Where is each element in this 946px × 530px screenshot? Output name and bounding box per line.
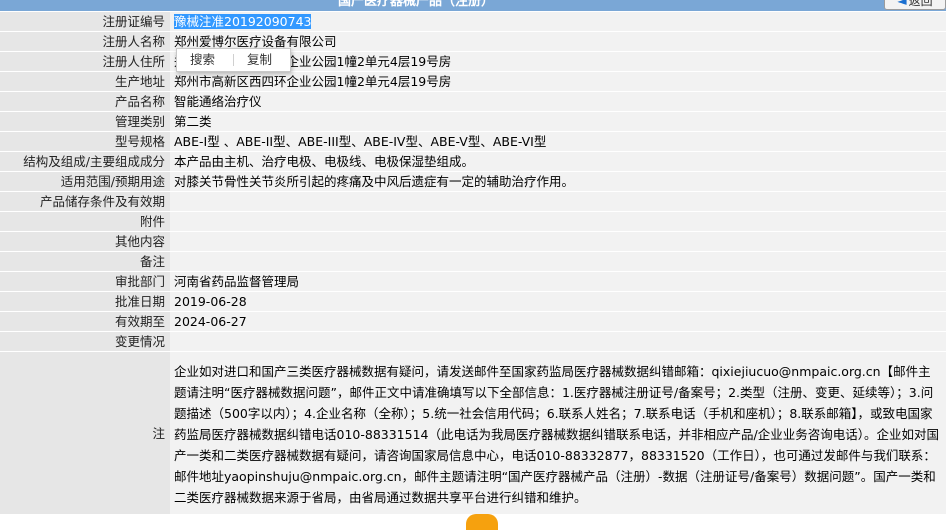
field-label: 有效期至: [0, 312, 170, 331]
title-bar: 国产医疗器械产品（注册） ◄ 返回: [0, 0, 946, 11]
table-row: 审批部门 河南省药品监督管理局: [0, 272, 946, 291]
field-value: [170, 232, 946, 251]
field-value: 河南省药品监督管理局: [170, 272, 946, 291]
field-value: [170, 192, 946, 211]
field-label: 备注: [0, 252, 170, 271]
note-label: 注: [0, 352, 170, 514]
field-value: [170, 212, 946, 231]
table-row: 其他内容: [0, 232, 946, 251]
field-label: 注册证编号: [0, 12, 170, 31]
field-label: 适用范围/预期用途: [0, 172, 170, 191]
table-row: 注册证编号 豫械注准20192090743: [0, 12, 946, 31]
table-row: 注册人名称 郑州爱博尔医疗设备有限公司: [0, 32, 946, 51]
table-row: 备注: [0, 252, 946, 271]
field-label: 附件: [0, 212, 170, 231]
field-label: 注册人名称: [0, 32, 170, 51]
field-value: 郑州市高新区西四环企业公园1幢2单元4层19号房: [170, 72, 946, 91]
field-value: 2024-06-27: [170, 312, 946, 331]
field-label: 结构及组成/主要组成成分: [0, 152, 170, 171]
search-menu-item[interactable]: 搜索: [190, 49, 215, 71]
field-label: 其他内容: [0, 232, 170, 251]
field-value: 豫械注准20192090743: [170, 12, 946, 31]
menu-divider: [233, 54, 234, 66]
back-button-label: 返回: [908, 0, 933, 8]
note-text: 企业如对进口和国产三类医疗器械数据有疑问，请发送邮件至国家药监局医疗器械数据纠错…: [170, 352, 946, 514]
table-row: 附件: [0, 212, 946, 231]
field-label: 生产地址: [0, 72, 170, 91]
note-row: 注 企业如对进口和国产三类医疗器械数据有疑问，请发送邮件至国家药监局医疗器械数据…: [0, 352, 946, 514]
table-row: 管理类别 第二类: [0, 112, 946, 131]
field-label: 管理类别: [0, 112, 170, 131]
field-label: 变更情况: [0, 332, 170, 351]
field-label: 产品名称: [0, 92, 170, 111]
table-row: 结构及组成/主要组成成分 本产品由主机、治疗电极、电极线、电极保湿垫组成。: [0, 152, 946, 171]
field-label: 产品储存条件及有效期: [0, 192, 170, 211]
field-value: 2019-06-28: [170, 292, 946, 311]
copy-menu-item[interactable]: 复制: [247, 49, 272, 71]
back-arrow-icon: ◄: [897, 0, 907, 8]
back-button[interactable]: ◄ 返回: [884, 0, 946, 10]
field-value: 对膝关节骨性关节炎所引起的疼痛及中风后遗症有一定的辅助治疗作用。: [170, 172, 946, 191]
field-value: 智能通络治疗仪: [170, 92, 946, 111]
selected-text[interactable]: 豫械注准20192090743: [174, 14, 312, 29]
field-value: 本产品由主机、治疗电极、电极线、电极保湿垫组成。: [170, 152, 946, 171]
field-value: ABE-I型 、ABE-II型、ABE-III型、ABE-IV型、ABE-V型、…: [170, 132, 946, 151]
field-value: [170, 332, 946, 351]
table-row: 注册人住所 郑州市高新区西四环企业公园1幢2单元4层19号房: [0, 52, 946, 71]
page-title: 国产医疗器械产品（注册）: [338, 0, 495, 9]
field-label: 型号规格: [0, 132, 170, 151]
table-row: 变更情况: [0, 332, 946, 351]
field-value: 第二类: [170, 112, 946, 131]
table-row: 有效期至 2024-06-27: [0, 312, 946, 331]
floating-action-button[interactable]: [466, 514, 498, 530]
detail-table: 注册证编号 豫械注准20192090743 注册人名称 郑州爱博尔医疗设备有限公…: [0, 11, 946, 515]
table-row: 型号规格 ABE-I型 、ABE-II型、ABE-III型、ABE-IV型、AB…: [0, 132, 946, 151]
field-label: 注册人住所: [0, 52, 170, 71]
field-value: [170, 252, 946, 271]
table-row: 批准日期 2019-06-28: [0, 292, 946, 311]
selection-context-menu: 搜索 复制: [176, 48, 291, 72]
table-row: 产品名称 智能通络治疗仪: [0, 92, 946, 111]
table-row: 生产地址 郑州市高新区西四环企业公园1幢2单元4层19号房: [0, 72, 946, 91]
table-row: 适用范围/预期用途 对膝关节骨性关节炎所引起的疼痛及中风后遗症有一定的辅助治疗作…: [0, 172, 946, 191]
field-label: 审批部门: [0, 272, 170, 291]
table-row: 产品储存条件及有效期: [0, 192, 946, 211]
field-label: 批准日期: [0, 292, 170, 311]
